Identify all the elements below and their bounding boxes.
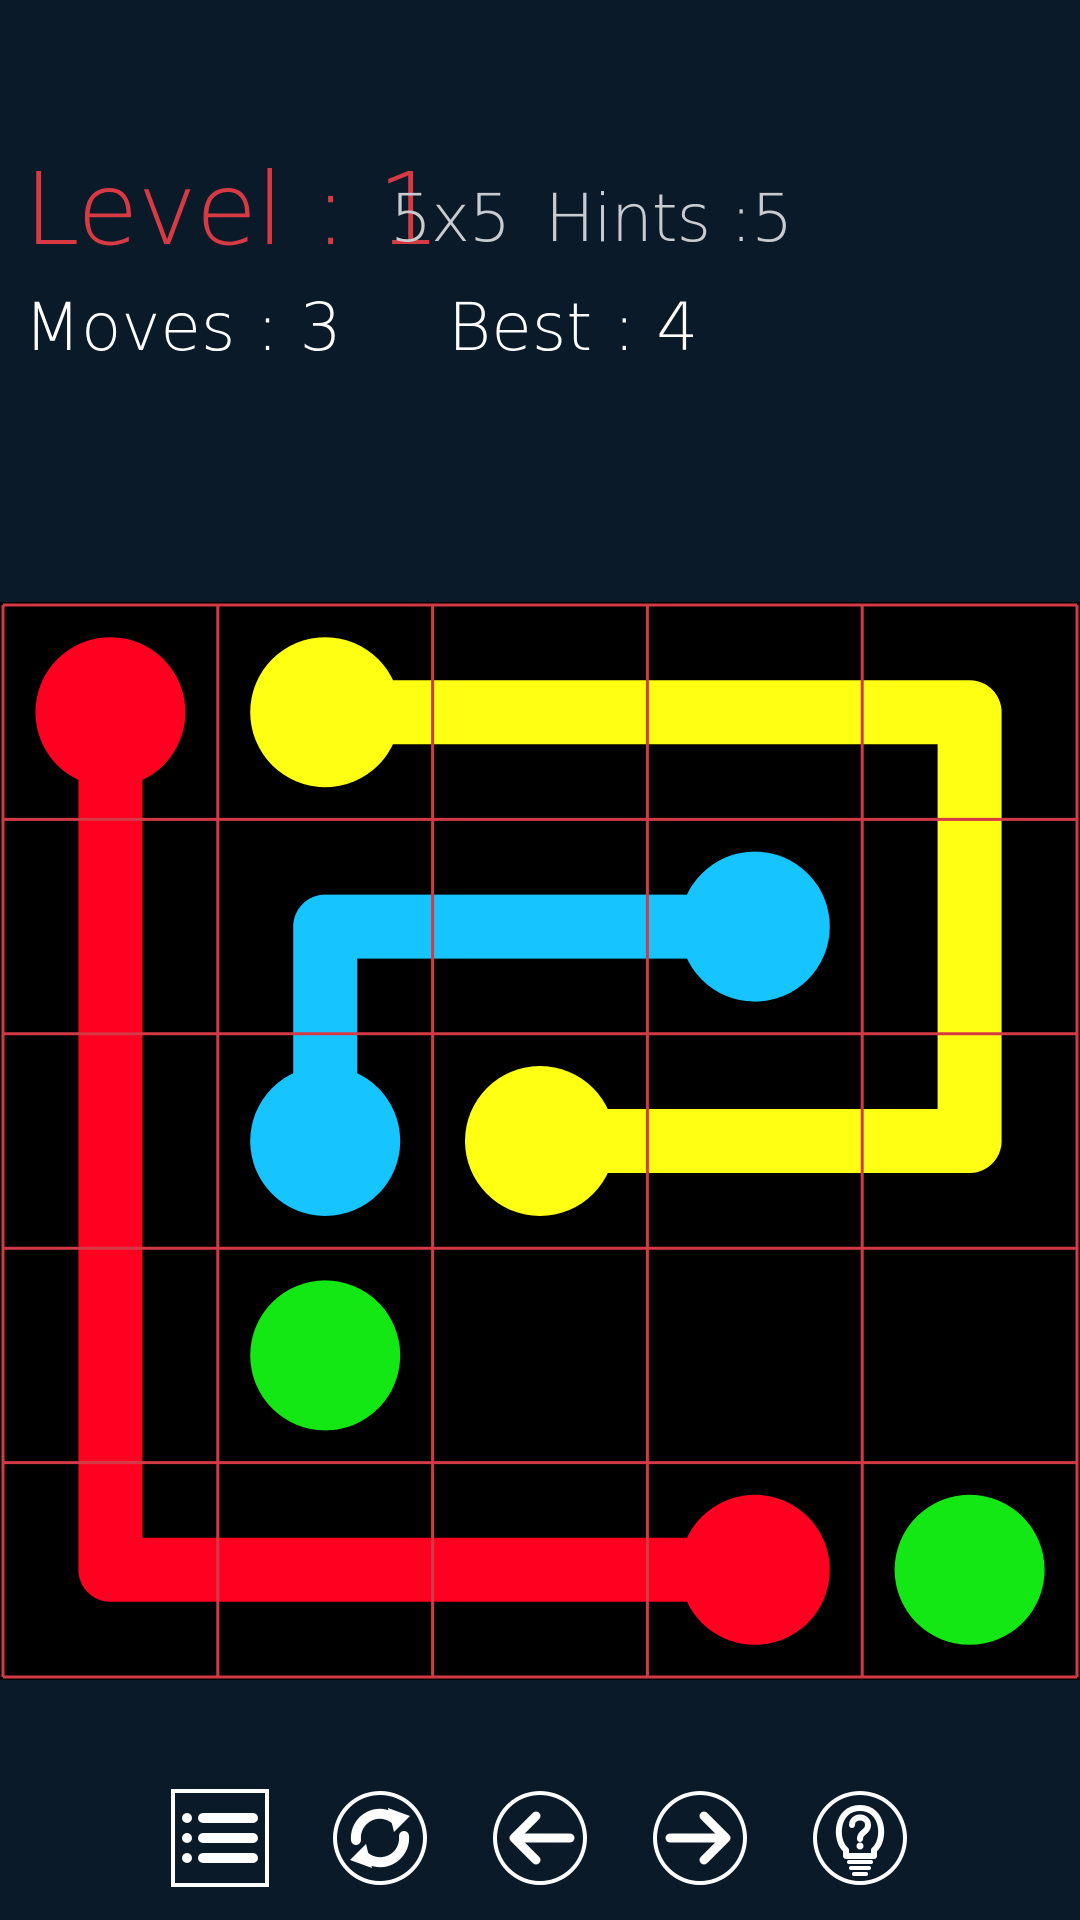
- board-cell[interactable]: [433, 1463, 648, 1677]
- lightbulb-question-icon: [813, 1791, 907, 1885]
- arrow-left-icon: [493, 1791, 587, 1885]
- board-cell[interactable]: [862, 1463, 1077, 1677]
- board-cell[interactable]: [647, 1248, 862, 1462]
- board-cell[interactable]: [862, 605, 1077, 819]
- arrow-right-icon: [653, 1791, 747, 1885]
- board-cell[interactable]: [218, 1463, 433, 1677]
- grid-size-label: 5x5: [390, 180, 511, 257]
- previous-level-button[interactable]: [490, 1788, 590, 1888]
- board-cell[interactable]: [3, 1463, 218, 1677]
- cells-layer[interactable]: [3, 605, 1077, 1677]
- board-cell[interactable]: [862, 1248, 1077, 1462]
- moves-counter: Moves : 3: [24, 289, 342, 366]
- board-cell[interactable]: [218, 1034, 433, 1248]
- list-icon: [171, 1789, 269, 1887]
- next-level-button[interactable]: [650, 1788, 750, 1888]
- board-cell[interactable]: [862, 819, 1077, 1033]
- hints-counter: Hints :5: [545, 180, 793, 257]
- refresh-icon: [333, 1791, 427, 1885]
- board-cell[interactable]: [647, 605, 862, 819]
- hint-button[interactable]: [810, 1788, 910, 1888]
- board-cell[interactable]: [647, 1034, 862, 1248]
- board-cell[interactable]: [433, 1248, 648, 1462]
- board-cell[interactable]: [218, 819, 433, 1033]
- board-cell[interactable]: [433, 1034, 648, 1248]
- board-cell[interactable]: [218, 1248, 433, 1462]
- level-list-button[interactable]: [170, 1788, 270, 1888]
- board-cell[interactable]: [218, 605, 433, 819]
- board-cell[interactable]: [433, 819, 648, 1033]
- best-score: Best : 4: [448, 289, 699, 366]
- board-cell[interactable]: [647, 819, 862, 1033]
- board-cell[interactable]: [433, 605, 648, 819]
- board-cell[interactable]: [647, 1463, 862, 1677]
- bottom-toolbar: [0, 1788, 1080, 1892]
- restart-button[interactable]: [330, 1788, 430, 1888]
- board-cell[interactable]: [3, 819, 218, 1033]
- level-label: Level : 1: [24, 151, 441, 268]
- board-cell[interactable]: [3, 1034, 218, 1248]
- game-board[interactable]: [0, 602, 1080, 1680]
- game-screen: Level : 1 5x5 Hints :5 Moves : 3 Best : …: [0, 0, 1080, 1920]
- board-cell[interactable]: [862, 1034, 1077, 1248]
- board-cell[interactable]: [3, 605, 218, 819]
- board-cell[interactable]: [3, 1248, 218, 1462]
